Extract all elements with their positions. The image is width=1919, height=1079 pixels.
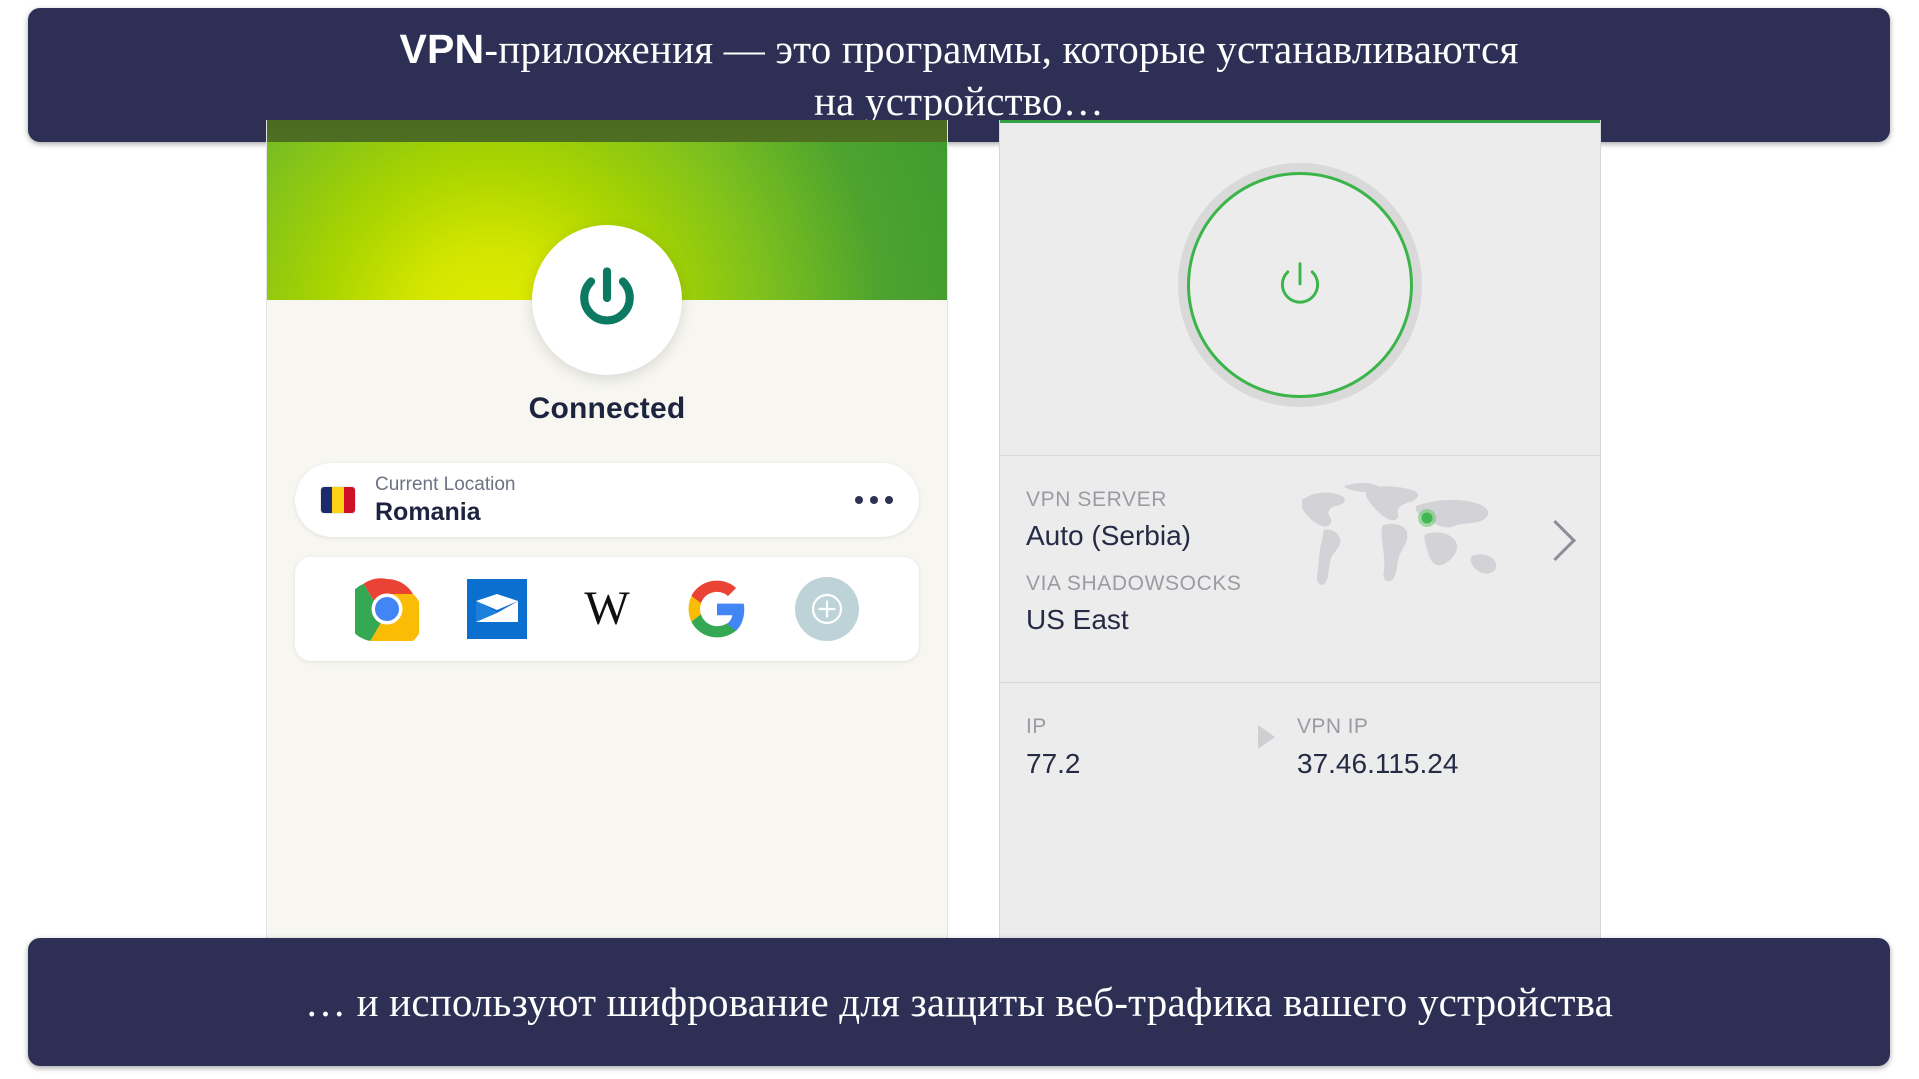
hero-top-strip <box>267 120 947 142</box>
ellipsis-icon[interactable] <box>855 496 893 504</box>
romania-flag-icon <box>321 487 355 513</box>
ip-info-row: IP 77.2 VPN IP 37.46.115.24 <box>1000 683 1600 833</box>
mail-icon[interactable] <box>465 577 529 641</box>
screenshot-canvas: VPN-приложения — это программы, которые … <box>0 0 1919 1079</box>
vpn-ip-label: VPN IP <box>1297 715 1369 738</box>
power-toggle-button[interactable] <box>532 225 682 375</box>
vpn-server-row[interactable]: VPN SERVER Auto (Serbia) VIA SHADOWSOCKS… <box>1000 456 1600 682</box>
local-ip-label: IP <box>1026 715 1047 738</box>
right-power-toggle-button[interactable] <box>1178 163 1422 407</box>
top-caption-text: VPN-приложения — это программы, которые … <box>373 23 1544 128</box>
wikipedia-w-glyph: W <box>584 582 630 635</box>
current-location-card[interactable]: Current Location Romania <box>295 463 919 537</box>
local-ip-value: 77.2 <box>1026 747 1081 779</box>
app-shortcuts-bar: W <box>295 557 919 661</box>
world-map-icon <box>1302 483 1497 585</box>
wikipedia-icon[interactable]: W <box>575 577 639 641</box>
current-location-value: Romania <box>375 498 481 527</box>
via-protocol-value: US East <box>1026 603 1129 635</box>
bottom-caption-banner: … и используют шифрование для защиты веб… <box>28 938 1890 1066</box>
google-icon[interactable] <box>685 577 749 641</box>
add-shortcut-icon[interactable] <box>795 577 859 641</box>
top-caption-line1: -приложения — это программы, которые уст… <box>484 25 1519 72</box>
local-ip-block: IP 77.2 <box>1026 711 1258 833</box>
location-texts: Current Location Romania <box>375 472 515 529</box>
current-location-label: Current Location <box>375 473 516 495</box>
power-icon <box>1280 262 1320 304</box>
right-vpn-app-window: VPN SERVER Auto (Serbia) VIA SHADOWSOCKS… <box>1000 120 1600 938</box>
top-caption-line2: на устройство… <box>814 78 1104 124</box>
vpn-ip-value: 37.46.115.24 <box>1297 747 1459 779</box>
triangle-right-icon <box>1258 725 1275 749</box>
bottom-caption-text: … и используют шифрование для защиты веб… <box>304 978 1614 1025</box>
chrome-icon[interactable] <box>355 577 419 641</box>
vpn-ip-block: VPN IP 37.46.115.24 <box>1297 711 1529 833</box>
connection-status-label: Connected <box>528 392 686 425</box>
top-caption-vpn-word: VPN <box>399 25 485 72</box>
power-icon <box>580 267 634 325</box>
left-vpn-app-window: Connected Current Location Romania W <box>267 120 947 938</box>
